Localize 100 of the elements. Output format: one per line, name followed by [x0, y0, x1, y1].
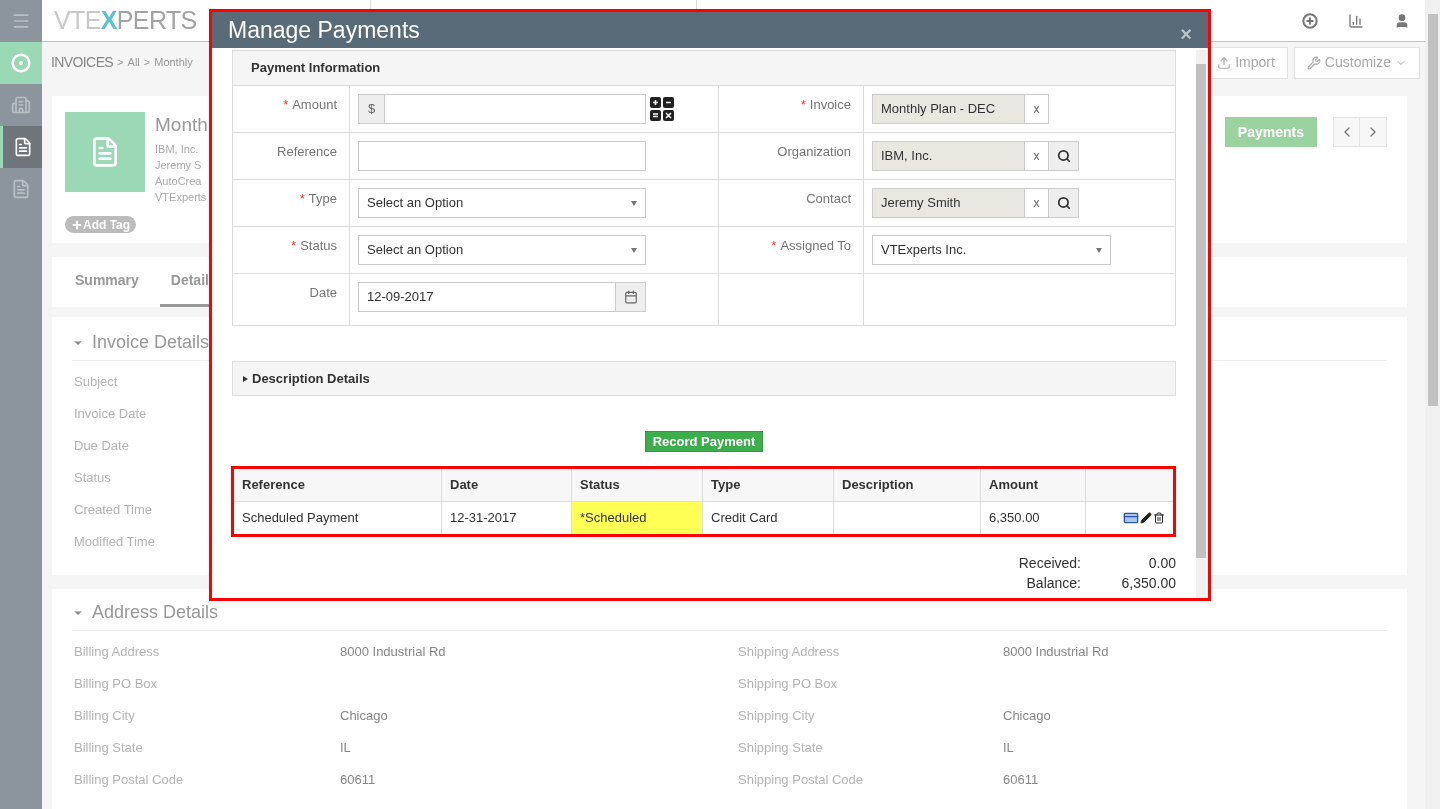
field-label: Assigned To [780, 237, 851, 255]
lookup-control[interactable]: Jeremy Smith x [872, 188, 1167, 218]
field-label: Billing PO Box [74, 676, 158, 691]
total-label: Balance: [1025, 574, 1081, 593]
breadcrumb-module[interactable]: INVOICES [51, 52, 114, 73]
currency-prefix: $ [359, 95, 385, 123]
column-header: Reference [242, 476, 305, 495]
lookup-control[interactable]: IBM, Inc. x [872, 141, 1167, 171]
field-value: 8000 Industrial Rd [340, 644, 446, 659]
field-label: Billing State [74, 740, 143, 755]
reference-value-field[interactable]: Jeremy Smith [872, 188, 1025, 218]
record-detail: Jeremy S [155, 158, 202, 173]
table-cell: Credit Card [703, 502, 834, 534]
caret-icon [1096, 247, 1102, 253]
amount-field[interactable]: $ [358, 94, 646, 124]
field-value: 60611 [340, 772, 376, 787]
reference-field[interactable] [358, 141, 646, 171]
field-label: Date [309, 284, 337, 302]
field-label: Billing Postal Code [74, 772, 184, 787]
lookup-control[interactable]: Monthly Plan - DEC x [872, 94, 1167, 124]
record-detail: AutoCrea [155, 174, 202, 189]
field-label: Modified Time [73, 533, 155, 551]
field-value: 60611 [1003, 772, 1039, 787]
upload-icon [1217, 55, 1232, 70]
calculator-icon[interactable] [650, 97, 674, 121]
add-icon[interactable] [1302, 12, 1318, 29]
edit-icon[interactable] [1140, 512, 1152, 524]
search-icon [1056, 149, 1071, 163]
caret-icon [631, 200, 637, 206]
field-label: Shipping PO Box [738, 676, 837, 691]
column-header: Description [842, 476, 914, 495]
field-label: Organization [777, 143, 851, 161]
credit-card-icon[interactable] [1123, 510, 1139, 526]
record-title: Month [155, 113, 208, 137]
required-mark: * [299, 190, 305, 208]
select-field[interactable]: Select an Option [358, 188, 646, 218]
field-label: Subject [73, 373, 118, 391]
field-label: Type [308, 190, 337, 208]
field-label: Billing Address [74, 644, 160, 659]
total-value: 6,350.00 [1120, 574, 1176, 593]
required-mark: * [771, 237, 777, 255]
record-detail: IBM, Inc. [155, 142, 199, 157]
dialog-title: Manage Payments [228, 15, 420, 45]
section-title: Invoice Details [92, 331, 210, 354]
clear-button[interactable]: x [1025, 188, 1049, 218]
field-label: Reference [277, 143, 337, 161]
required-mark: * [283, 96, 289, 114]
document-icon [11, 179, 31, 199]
calendar-icon [623, 290, 638, 304]
select-field[interactable]: VTExperts Inc. [872, 235, 1111, 265]
field-label: Shipping Address [738, 644, 840, 659]
chart-icon[interactable] [1348, 12, 1364, 29]
plus-icon [71, 218, 83, 231]
reference-value-field[interactable]: IBM, Inc. [872, 141, 1025, 171]
user-icon[interactable] [1394, 12, 1410, 29]
field-value: 8000 Industrial Rd [1003, 644, 1109, 659]
field-label: Billing City [74, 708, 135, 723]
table-cell: Scheduled Payment [234, 502, 442, 534]
panel-title: Payment Information [251, 59, 381, 78]
search-button[interactable] [1049, 188, 1079, 218]
column-header: Date [450, 476, 479, 495]
select-field[interactable]: Select an Option [358, 235, 646, 265]
field-label: Amount [292, 96, 337, 114]
breadcrumb-separator: > [117, 55, 124, 71]
field-value: IL [1003, 740, 1014, 755]
total-value: 0.00 [1147, 554, 1176, 573]
field-value: Chicago [1003, 708, 1051, 723]
sidebar-item[interactable] [0, 126, 42, 168]
menu-icon [11, 11, 31, 31]
field-label: Shipping State [738, 740, 823, 755]
table-cell: 6,350.00 [981, 502, 1086, 534]
reference-value-field[interactable]: Monthly Plan - DEC [872, 94, 1025, 124]
field-label: Shipping City [738, 708, 815, 723]
date-field[interactable]: 12-09-2017 [358, 282, 646, 312]
field-label: Created Time [73, 501, 153, 519]
search-button[interactable] [1049, 141, 1079, 171]
section-title: Address Details [92, 601, 219, 624]
close-button[interactable]: × [1180, 19, 1192, 49]
field-label: Shipping Postal Code [738, 772, 864, 787]
field-label: Contact [806, 190, 851, 208]
field-value: Chicago [340, 708, 388, 723]
description-details-toggle[interactable]: Description Details [232, 361, 1176, 396]
expand-icon [243, 375, 248, 382]
total-label: Received: [1017, 554, 1081, 573]
wrench-icon [1306, 55, 1321, 70]
clear-button[interactable]: x [1025, 141, 1049, 171]
clear-button[interactable]: x [1025, 94, 1049, 124]
field-label: Status [73, 469, 111, 487]
required-mark: * [800, 96, 806, 114]
search-icon [1056, 196, 1071, 210]
column-header: Type [711, 476, 741, 495]
field-label: Status [300, 237, 337, 255]
field-label: Invoice Date [73, 405, 147, 423]
column-header: Status [580, 476, 620, 495]
building-icon [11, 95, 31, 115]
delete-icon[interactable] [1153, 512, 1165, 524]
required-mark: * [291, 237, 297, 255]
breadcrumb-separator: > [143, 55, 151, 71]
caret-icon [631, 247, 637, 253]
target-icon [11, 53, 31, 73]
